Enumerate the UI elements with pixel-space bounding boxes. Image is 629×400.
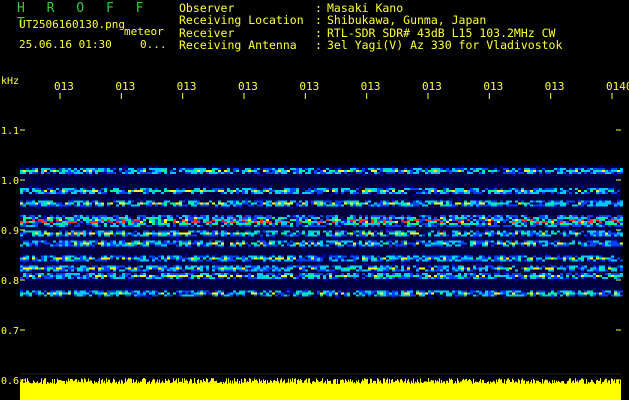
info-sep: : xyxy=(315,13,322,28)
spectrogram-bands xyxy=(20,165,623,299)
y-tick-label: 1.0 xyxy=(1,176,19,187)
x-tick-label: 013 xyxy=(422,80,442,93)
file-name: UT2506160130.png xyxy=(19,18,125,31)
info-value: 3el Yagi(V) Az 330 for Vladivostok xyxy=(327,38,563,53)
info-label: Receiving Location xyxy=(179,13,304,28)
info-sep: : xyxy=(315,38,322,53)
info-row-location: Receiving Location: Shibukawa, Gunma, Jap… xyxy=(179,13,562,28)
count: 0... xyxy=(140,38,167,51)
datetime: 25.06.16 01:30 xyxy=(19,38,112,51)
header-left: H R O F F T UT2506160130.png meteor 25.0… xyxy=(0,0,170,70)
x-tick-label: 013 xyxy=(238,80,258,93)
hrofft-display: kHz 1.1 1.0 0.9 0.8 0.7 0.6 013 013 013 013 013 013 0… xyxy=(0,0,629,400)
y-tick-label: 0.9 xyxy=(1,226,19,237)
x-tick-label: 013 xyxy=(299,80,319,93)
info-label: Receiving Antenna xyxy=(179,38,297,53)
x-tick-label: 013 xyxy=(54,80,74,93)
x-tick-label: 013 xyxy=(361,80,381,93)
y-axis-label: kHz xyxy=(1,76,19,87)
amplitude-bar xyxy=(20,378,621,400)
x-tick-label: 013 xyxy=(483,80,503,93)
y-tick-label: 0.8 xyxy=(1,276,19,287)
station-info: Observer: Masaki Kano Receiving Location:… xyxy=(179,2,562,52)
y-tick-label: 1.1 xyxy=(1,126,19,137)
info-value: Shibukawa, Gunma, Japan xyxy=(327,13,487,28)
mode-label: meteor xyxy=(124,25,164,38)
y-tick-label: 0.6 xyxy=(1,376,19,387)
x-tick-label: 013 xyxy=(115,80,135,93)
info-row-antenna: Receiving Antenna:3el Yagi(V) Az 330 for… xyxy=(179,38,563,53)
y-tick-label: 0.7 xyxy=(1,326,19,337)
x-tick-label: 0140 xyxy=(606,80,629,93)
x-tick-label: 013 xyxy=(545,80,565,93)
x-tick-label: 013 xyxy=(177,80,197,93)
